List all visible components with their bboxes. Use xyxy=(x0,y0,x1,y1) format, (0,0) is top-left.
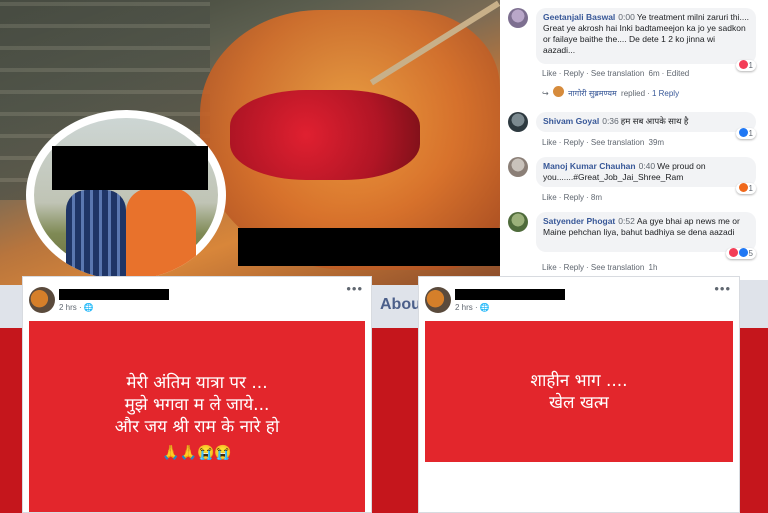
angry-icon xyxy=(738,183,748,192)
post-message: मेरी अंतिम यात्रा पर ... मुझे भगवा म ले … xyxy=(114,373,280,437)
see-translation-link[interactable]: See translation xyxy=(591,138,644,147)
comment-timestamp[interactable]: 0:52 xyxy=(618,216,635,226)
post-timestamp[interactable]: 2 hrs · 🌐 xyxy=(59,303,94,312)
reply-link[interactable]: Reply xyxy=(564,193,584,202)
reaction-count[interactable]: 1 xyxy=(735,183,756,194)
reply-link[interactable]: Reply xyxy=(564,138,584,147)
replies-summary[interactable]: ↪ नागोरी सुब्रमण्यम replied · 1 Reply xyxy=(542,86,681,99)
reaction-count[interactable]: 5 xyxy=(725,248,756,259)
comment-bubble: Manoj Kumar Chauhan 0:40 We proud on you..… xyxy=(536,157,756,194)
post-emoji: 🙏🙏😭😭 xyxy=(162,444,232,460)
comment-actions: Like · Reply · 8m xyxy=(542,193,603,202)
reaction-count[interactable]: 1 xyxy=(735,128,756,139)
avatar xyxy=(508,212,528,232)
comment-age[interactable]: 1h xyxy=(649,263,658,272)
post-timestamp[interactable]: 2 hrs · 🌐 xyxy=(455,303,490,312)
about-heading: Abou xyxy=(380,296,421,313)
author-avatar[interactable] xyxy=(29,287,55,313)
avatar xyxy=(508,112,528,132)
comment-bubble: Shivam Goyal 0:36 हम सब आपके साथ है 1 xyxy=(536,112,756,139)
commenter-name[interactable]: Geetanjali Baswal xyxy=(543,12,615,22)
inset-profile-photo xyxy=(26,110,226,280)
post-text-card: शाहीन भाग .... खेल खत्म xyxy=(425,321,733,462)
comment-bubble: Satyender Phogat 0:52 Aa gye bhai ap news … xyxy=(536,212,756,259)
see-translation-link[interactable]: See translation xyxy=(591,263,644,272)
more-options-icon[interactable]: ••• xyxy=(714,281,731,296)
comment-text: हम सब आपके साथ है xyxy=(620,116,689,126)
commenter-name[interactable]: Manoj Kumar Chauhan xyxy=(543,161,636,171)
reply-link[interactable]: Reply xyxy=(564,263,584,272)
post-text-card: मेरी अंतिम यात्रा पर ... मुझे भगवा म ले … xyxy=(29,321,365,512)
comments-panel: Geetanjali Baswal 0:00 Ye treatment milni … xyxy=(500,0,768,280)
like-link[interactable]: Like xyxy=(542,193,557,202)
commenter-name[interactable]: Shivam Goyal xyxy=(543,116,599,126)
reply-link[interactable]: Reply xyxy=(564,69,584,78)
facebook-post: 2 hrs · 🌐 ••• मेरी अंतिम यात्रा पर ... म… xyxy=(22,276,372,513)
reply-arrow-icon: ↪ xyxy=(542,89,549,98)
avatar xyxy=(508,157,528,177)
comment-actions: Like · Reply · See translation 39m xyxy=(542,138,665,147)
avatar xyxy=(508,8,528,28)
comment-timestamp[interactable]: 0:40 xyxy=(639,161,656,171)
see-translation-link[interactable]: See translation xyxy=(591,69,644,78)
replied-label: replied xyxy=(621,89,646,98)
like-link[interactable]: Like xyxy=(542,69,557,78)
redaction-bar-faces xyxy=(52,146,208,190)
facebook-post: 2 hrs · 🌐 ••• शाहीन भाग .... खेल खत्म xyxy=(418,276,740,513)
post-header: 2 hrs · 🌐 ••• xyxy=(23,277,371,321)
reply-count-link[interactable]: 1 Reply xyxy=(652,89,679,98)
author-name-redacted xyxy=(455,289,565,300)
edited-label: Edited xyxy=(666,69,690,78)
comment-age[interactable]: 6m xyxy=(649,69,660,78)
like-reaction-icon xyxy=(738,128,748,137)
like-link[interactable]: Like xyxy=(542,263,557,272)
reaction-count[interactable]: 1 xyxy=(735,60,756,71)
comment-age[interactable]: 39m xyxy=(649,138,665,147)
author-avatar[interactable] xyxy=(425,287,451,313)
post-message: शाहीन भाग .... खेल खत्म xyxy=(530,370,628,413)
love-icon xyxy=(728,248,738,257)
commenter-name[interactable]: Satyender Phogat xyxy=(543,216,615,226)
replier-name[interactable]: नागोरी सुब्रमण्यम xyxy=(568,89,617,98)
love-icon xyxy=(738,60,748,69)
comment-age[interactable]: 8m xyxy=(591,193,602,202)
like-link[interactable]: Like xyxy=(542,138,557,147)
comment-timestamp[interactable]: 0:36 xyxy=(602,116,619,126)
comment-bubble: Geetanjali Baswal 0:00 Ye treatment milni … xyxy=(536,8,756,71)
replier-avatar xyxy=(552,86,564,97)
comment-timestamp[interactable]: 0:00 xyxy=(618,12,635,22)
more-options-icon[interactable]: ••• xyxy=(346,281,363,296)
like-reaction-icon xyxy=(738,248,748,257)
comment-actions: Like · Reply · See translation 6m · Edited xyxy=(542,69,690,78)
comment-actions: Like · Reply · See translation 1h xyxy=(542,263,658,272)
redaction-bar-photo xyxy=(238,228,500,266)
author-name-redacted xyxy=(59,289,169,300)
post-header: 2 hrs · 🌐 ••• xyxy=(419,277,739,321)
